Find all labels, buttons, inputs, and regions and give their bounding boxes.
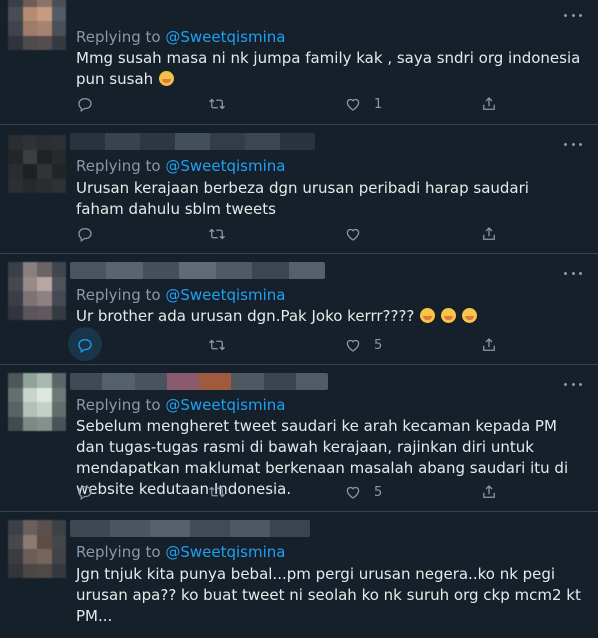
like-button[interactable]: 5: [344, 335, 382, 355]
avatar[interactable]: [8, 373, 66, 431]
retweet-button[interactable]: [208, 335, 238, 355]
replying-prefix: Replying to: [76, 286, 161, 304]
avatar[interactable]: [8, 520, 66, 578]
heart-icon: [346, 228, 360, 241]
display-name-blurred: [70, 262, 325, 279]
more-options-icon[interactable]: [564, 12, 582, 18]
tweet-2[interactable]: Replying to @Sweetqismina Urusan kerajaa…: [0, 125, 598, 254]
replying-to: Replying to @Sweetqismina: [76, 286, 285, 304]
replying-to: Replying to @Sweetqismina: [76, 396, 285, 414]
reply-button[interactable]: [76, 94, 106, 114]
retweet-button[interactable]: [208, 94, 238, 114]
share-button[interactable]: [480, 482, 498, 502]
heart-icon: [346, 339, 360, 352]
retweet-button[interactable]: [208, 482, 238, 502]
display-name-blurred: [70, 133, 315, 150]
tweet-actions: 5: [76, 482, 496, 502]
share-icon: [483, 97, 495, 110]
share-button[interactable]: [480, 335, 498, 355]
reply-feed: Replying to @Sweetqismina Mmg susah masa…: [0, 0, 598, 638]
retweet-icon: [209, 228, 225, 240]
share-icon: [483, 338, 495, 351]
retweet-button[interactable]: [208, 224, 238, 244]
tweet-text-body: Urusan kerajaan berbeza dgn urusan perib…: [76, 179, 529, 218]
replying-prefix: Replying to: [76, 157, 161, 175]
tweet-text: Mmg susah masa ni nk jumpa family kak , …: [76, 48, 581, 90]
face-with-hand-over-mouth-emoji: [440, 308, 456, 323]
display-name-blurred: [70, 520, 310, 537]
face-with-hand-over-mouth-emoji: [420, 308, 436, 323]
reply-icon: [78, 98, 92, 112]
tweet-text: Ur brother ada urusan dgn.Pak Joko kerrr…: [76, 306, 581, 327]
reply-button[interactable]: [76, 482, 106, 502]
tweet-text-body: Jgn tnjuk kita punya bebal...pm pergi ur…: [76, 565, 581, 625]
reply-button[interactable]: [76, 224, 106, 244]
tweet-actions: 1: [76, 94, 496, 114]
face-with-hand-over-mouth-emoji: [461, 308, 477, 323]
avatar[interactable]: [8, 262, 66, 320]
sad-face-emoji: [158, 71, 174, 86]
tweet-actions: [76, 224, 496, 244]
like-button[interactable]: [344, 224, 374, 244]
tweet-text-body: Mmg susah masa ni nk jumpa family kak , …: [76, 49, 581, 88]
share-button[interactable]: [480, 94, 498, 114]
avatar[interactable]: [8, 0, 66, 50]
replying-handle-link[interactable]: @Sweetqismina: [165, 396, 285, 414]
more-options-icon[interactable]: [564, 270, 582, 276]
retweet-icon: [209, 486, 225, 498]
share-button[interactable]: [480, 224, 498, 244]
more-options-icon[interactable]: [564, 141, 582, 147]
display-name-blurred: [70, 373, 328, 390]
reply-button[interactable]: [68, 327, 106, 361]
replying-handle-link[interactable]: @Sweetqismina: [165, 543, 285, 561]
tweet-text: Urusan kerajaan berbeza dgn urusan perib…: [76, 178, 581, 220]
reply-icon: [78, 228, 92, 242]
like-button[interactable]: 5: [344, 482, 382, 502]
replying-prefix: Replying to: [76, 396, 161, 414]
tweet-actions: 5: [68, 327, 498, 361]
replying-to: Replying to @Sweetqismina: [76, 543, 285, 561]
tweet-1[interactable]: Replying to @Sweetqismina Mmg susah masa…: [0, 0, 598, 125]
like-count: 5: [374, 484, 383, 500]
replying-prefix: Replying to: [76, 543, 161, 561]
share-icon: [483, 227, 495, 240]
avatar[interactable]: [8, 135, 66, 193]
replying-to: Replying to @Sweetqismina: [76, 157, 285, 175]
replying-handle-link[interactable]: @Sweetqismina: [165, 28, 285, 46]
tweet-text: Jgn tnjuk kita punya bebal...pm pergi ur…: [76, 564, 581, 627]
heart-icon: [346, 486, 360, 499]
like-button[interactable]: 1: [344, 94, 382, 114]
retweet-icon: [209, 339, 225, 351]
reply-icon: [78, 486, 92, 500]
replying-prefix: Replying to: [76, 28, 161, 46]
retweet-icon: [209, 98, 225, 110]
reply-icon: [78, 339, 92, 353]
like-count: 5: [374, 337, 383, 353]
heart-icon: [346, 98, 360, 111]
replying-handle-link[interactable]: @Sweetqismina: [165, 157, 285, 175]
tweet-3[interactable]: Replying to @Sweetqismina Ur brother ada…: [0, 254, 598, 365]
tweet-5[interactable]: Replying to @Sweetqismina Jgn tnjuk kita…: [0, 512, 598, 638]
more-options-icon[interactable]: [564, 381, 582, 387]
like-count: 1: [374, 96, 383, 112]
tweet-text-body: Ur brother ada urusan dgn.Pak Joko kerrr…: [76, 307, 415, 325]
share-icon: [483, 485, 495, 498]
replying-to: Replying to @Sweetqismina: [76, 28, 285, 46]
tweet-4[interactable]: Replying to @Sweetqismina Sebelum menghe…: [0, 365, 598, 512]
replying-handle-link[interactable]: @Sweetqismina: [165, 286, 285, 304]
